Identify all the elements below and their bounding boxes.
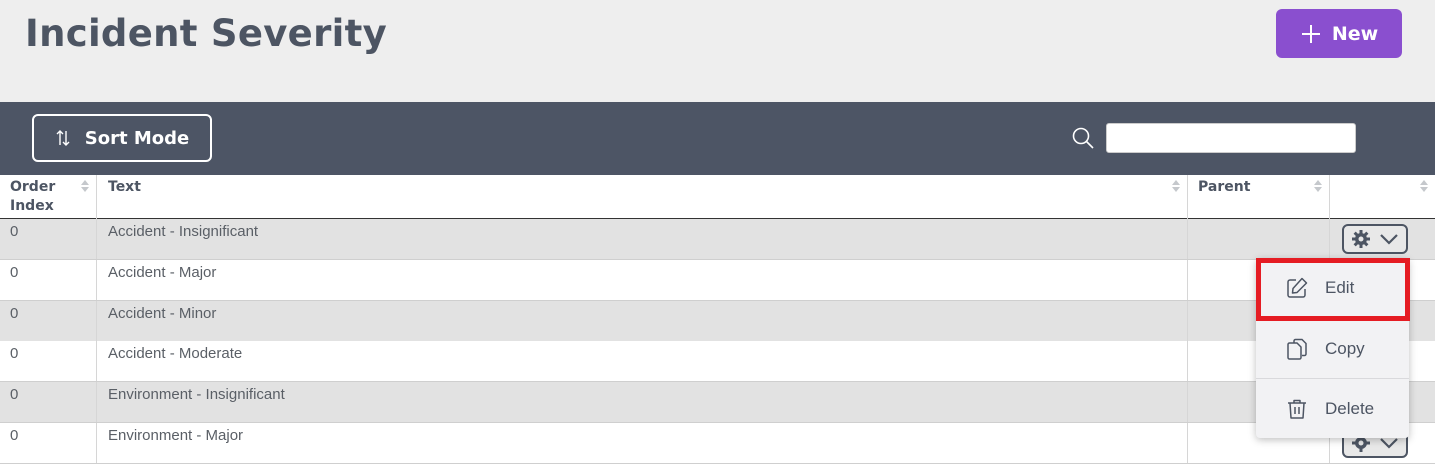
- column-header-parent-label: Parent: [1198, 179, 1251, 195]
- sort-indicator-icon: [1314, 180, 1322, 192]
- column-header-text[interactable]: Text: [97, 175, 1188, 219]
- chevron-down-icon: [1380, 234, 1398, 245]
- cell-order-index: 0: [0, 341, 97, 381]
- cell-text: Accident - Minor: [97, 301, 1188, 341]
- column-header-order-index[interactable]: Order Index: [0, 175, 97, 219]
- table-row[interactable]: 0 Environment - Insignificant: [0, 382, 1435, 423]
- cell-order-index: 0: [0, 260, 97, 300]
- search-icon[interactable]: [1071, 126, 1095, 150]
- cell-text: Accident - Moderate: [97, 341, 1188, 381]
- cell-order-index: 0: [0, 382, 97, 422]
- column-header-order-line1: Order: [10, 179, 56, 195]
- table-row[interactable]: 0 Accident - Minor: [0, 301, 1435, 342]
- sort-indicator-icon: [1172, 180, 1180, 192]
- menu-item-edit[interactable]: Edit: [1256, 258, 1409, 318]
- new-button-label: New: [1331, 22, 1379, 45]
- trash-icon: [1288, 399, 1306, 419]
- table-row[interactable]: 0 Accident - Major: [0, 260, 1435, 301]
- menu-item-delete-label: Delete: [1325, 398, 1375, 418]
- gear-icon: [1352, 230, 1370, 248]
- sort-mode-label: Sort Mode: [84, 127, 190, 149]
- row-actions-toggle[interactable]: [1342, 224, 1408, 254]
- column-header-order-line2: Index: [10, 198, 54, 214]
- column-header-parent[interactable]: Parent: [1188, 175, 1330, 219]
- page: Incident Severity New Sort Mode Order In…: [0, 0, 1435, 465]
- column-header-text-label: Text: [108, 179, 141, 195]
- cell-text: Accident - Major: [97, 260, 1188, 300]
- grid-header: Order Index Text Parent: [0, 175, 1435, 219]
- new-button[interactable]: New: [1276, 9, 1402, 58]
- edit-icon: [1287, 277, 1308, 298]
- table-row[interactable]: 0 Accident - Insignificant: [0, 219, 1435, 260]
- row-actions-menu: Edit Copy Delete: [1256, 258, 1409, 438]
- table-row[interactable]: 0 Environment - Major: [0, 423, 1435, 464]
- cell-order-index: 0: [0, 219, 97, 259]
- data-grid: Order Index Text Parent 0 Accident - Ins…: [0, 175, 1435, 465]
- grid-toolbar: Sort Mode: [0, 102, 1435, 175]
- cell-order-index: 0: [0, 301, 97, 341]
- menu-item-copy[interactable]: Copy: [1256, 318, 1409, 378]
- sort-mode-button[interactable]: Sort Mode: [32, 114, 212, 162]
- menu-item-delete[interactable]: Delete: [1256, 378, 1409, 438]
- cell-text: Accident - Insignificant: [97, 219, 1188, 259]
- page-title: Incident Severity: [25, 12, 388, 55]
- table-row[interactable]: 0 Accident - Moderate: [0, 341, 1435, 382]
- sort-arrows-icon: [56, 130, 70, 146]
- sort-indicator-icon: [81, 180, 89, 192]
- copy-icon: [1287, 338, 1307, 360]
- cell-order-index: 0: [0, 423, 97, 463]
- cell-parent: [1188, 219, 1330, 259]
- cell-text: Environment - Major: [97, 423, 1188, 463]
- menu-item-copy-label: Copy: [1325, 338, 1365, 358]
- column-header-actions[interactable]: [1330, 175, 1435, 219]
- menu-item-edit-label: Edit: [1325, 278, 1355, 297]
- plus-icon: [1301, 24, 1320, 43]
- sort-indicator-icon: [1420, 180, 1428, 192]
- cell-actions: [1330, 219, 1435, 259]
- cell-text: Environment - Insignificant: [97, 382, 1188, 422]
- search-input[interactable]: [1106, 123, 1356, 153]
